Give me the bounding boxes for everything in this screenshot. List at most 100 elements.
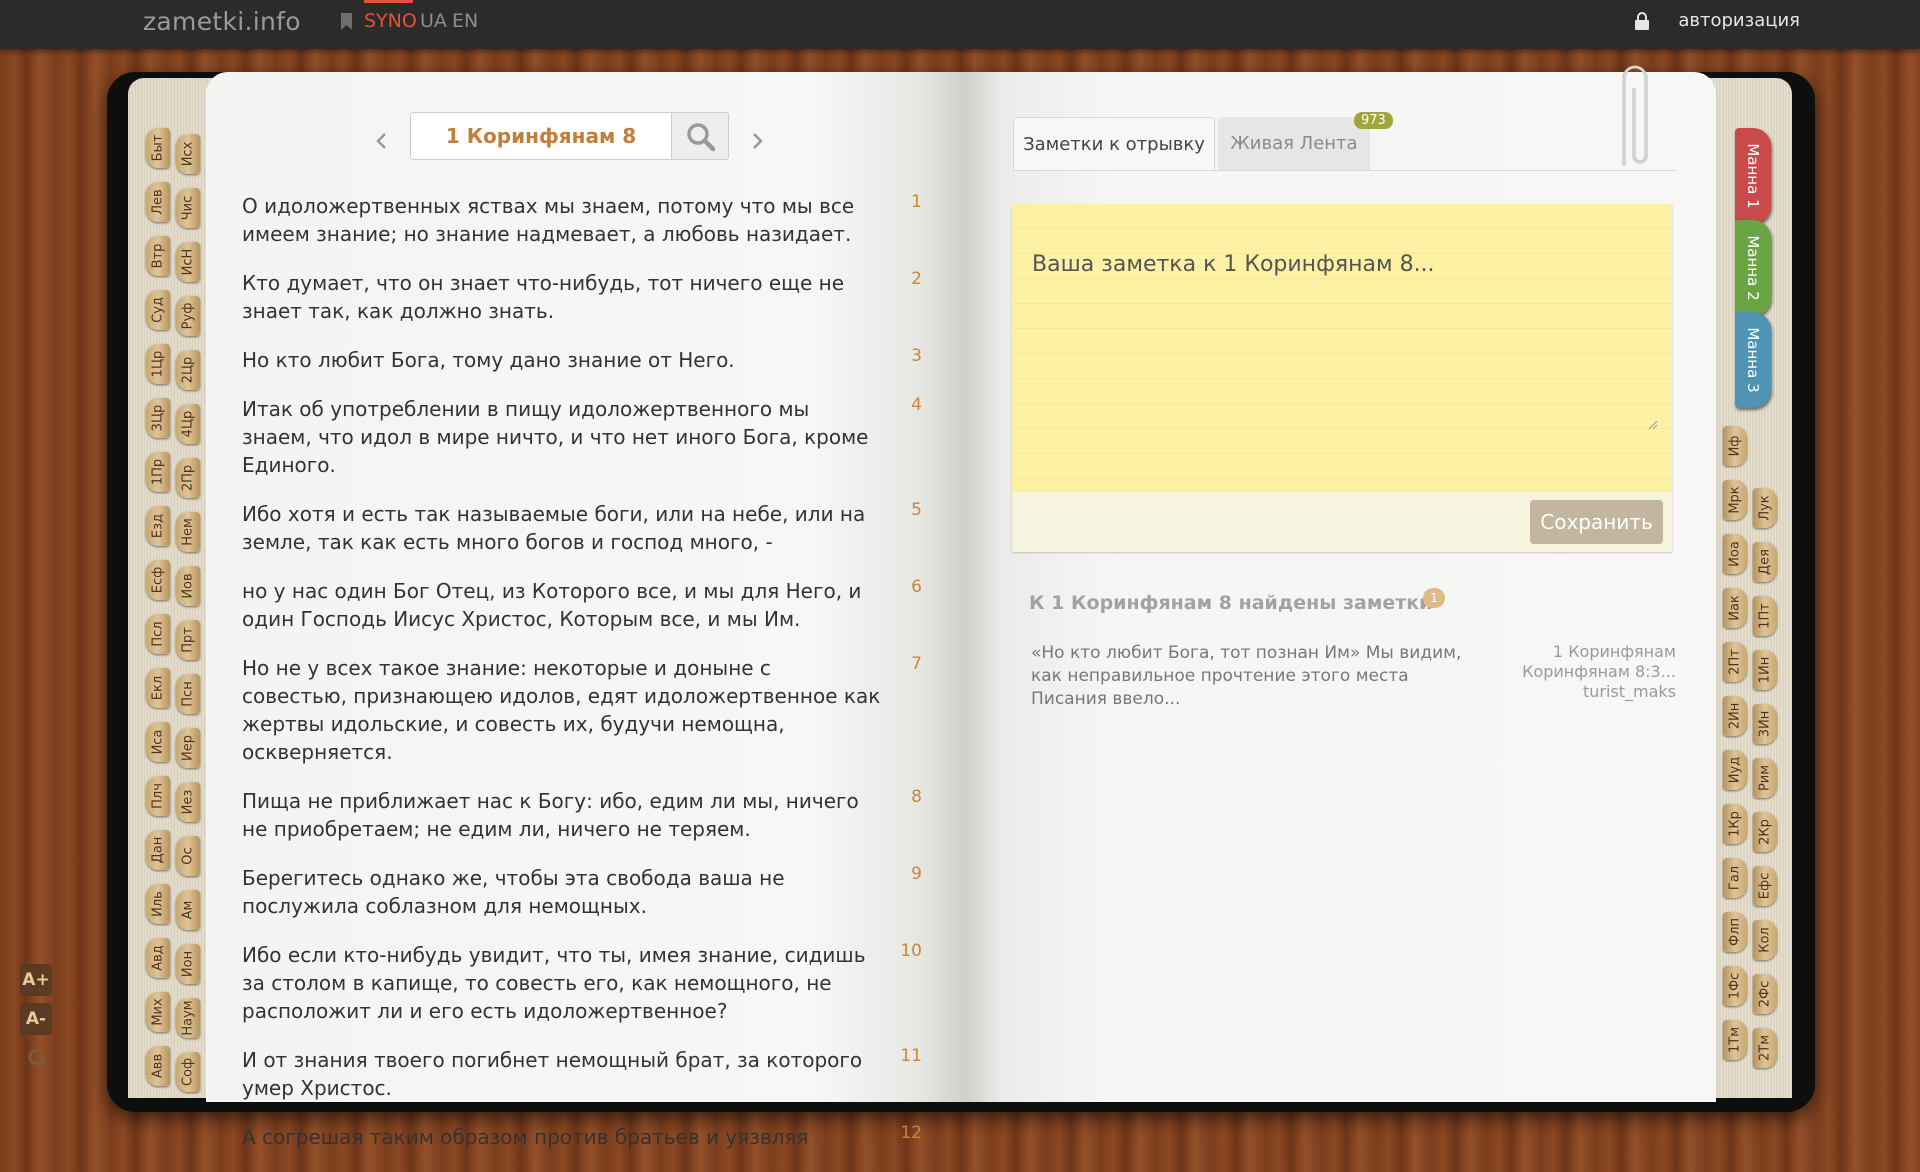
verse-number[interactable]: 4 [911, 395, 922, 415]
verse-number[interactable]: 7 [911, 654, 922, 674]
language-ua[interactable]: UA [420, 10, 447, 32]
tab-notes-for-passage[interactable]: Заметки к отрывку [1013, 117, 1215, 171]
verse-number[interactable]: 10 [900, 941, 922, 961]
manna-tab-1[interactable]: Манна 1 [1735, 128, 1771, 224]
book-tab[interactable]: Езд [146, 506, 170, 546]
book-tab[interactable]: Ос [176, 836, 200, 876]
refresh-icon[interactable] [26, 1046, 48, 1068]
manna-tab-3[interactable]: Манна 3 [1735, 312, 1771, 408]
book-tab[interactable]: Иль [146, 884, 170, 924]
verse-row[interactable]: А согрешая таким образом против братьев … [242, 1123, 922, 1151]
site-logo[interactable]: zametki.info [143, 7, 301, 36]
tab-live-feed[interactable]: Живая Лента [1218, 117, 1370, 171]
book-tab[interactable]: Авв [146, 1046, 170, 1086]
book-tab[interactable]: Дан [146, 830, 170, 870]
note-textarea[interactable]: Ваша заметка к 1 Коринфянам 8... [1012, 204, 1672, 492]
book-tab[interactable]: 1Ин [1753, 650, 1777, 690]
note-ref-line2[interactable]: Коринфянам 8:3... [1516, 662, 1676, 682]
book-tab[interactable]: Суд [146, 290, 170, 330]
book-tab[interactable]: 2Фс [1753, 974, 1777, 1014]
book-tab[interactable]: 1Цр [146, 344, 170, 384]
book-tab[interactable]: Иов [176, 566, 200, 606]
book-tab[interactable]: 1Тм [1723, 1020, 1747, 1060]
book-tab[interactable]: ИсН [176, 242, 200, 282]
book-tab[interactable]: Чис [176, 188, 200, 228]
save-note-button[interactable]: Сохранить [1530, 500, 1663, 544]
book-tab[interactable]: Иоа [1723, 534, 1747, 574]
language-en[interactable]: EN [452, 10, 478, 32]
book-tab[interactable]: Руф [176, 296, 200, 336]
note-excerpt[interactable]: «Но кто любит Бога, тот познан Им» Мы ви… [1031, 642, 1481, 711]
verse-row[interactable]: Пища не приближает нас к Богу: ибо, едим… [242, 787, 922, 843]
book-tab[interactable]: Наум [176, 998, 200, 1038]
book-tab[interactable]: Нем [176, 512, 200, 552]
book-tab[interactable]: Авд [146, 938, 170, 978]
book-tab[interactable]: Лев [146, 182, 170, 222]
book-tab[interactable]: Мрк [1723, 480, 1747, 520]
book-tab[interactable]: Рим [1753, 758, 1777, 798]
verse-number[interactable]: 8 [911, 787, 922, 807]
book-tab[interactable]: Ион [176, 944, 200, 984]
book-tab[interactable]: Иез [176, 782, 200, 822]
manna-tab-2[interactable]: Манна 2 [1735, 220, 1771, 316]
next-chapter-icon[interactable] [749, 128, 767, 154]
book-tab[interactable]: 1Пр [146, 452, 170, 492]
verse-number[interactable]: 5 [911, 500, 922, 520]
book-tab[interactable]: Лук [1753, 488, 1777, 528]
verse-row[interactable]: Итак об употреблении в пищу идоложертвен… [242, 395, 922, 479]
book-tab[interactable]: Иса [146, 722, 170, 762]
book-tab[interactable]: Прт [176, 620, 200, 660]
book-tab[interactable]: Есф [146, 560, 170, 600]
font-decrease-button[interactable]: A- [20, 1003, 52, 1035]
verse-number[interactable]: 1 [911, 192, 922, 212]
book-tab[interactable]: Псн [176, 674, 200, 714]
book-tab[interactable]: Быт [146, 128, 170, 168]
book-tab[interactable]: Плч [146, 776, 170, 816]
book-tab[interactable]: Гал [1723, 858, 1747, 898]
book-tab[interactable]: Дея [1753, 542, 1777, 582]
book-tab[interactable]: Екл [146, 668, 170, 708]
verse-row[interactable]: Но кто любит Бога, тому дано знание от Н… [242, 346, 922, 374]
note-author[interactable]: turist_maks [1516, 682, 1676, 702]
search-button[interactable] [671, 112, 729, 160]
book-tab[interactable]: 2Пт [1723, 642, 1747, 682]
verse-number[interactable]: 2 [911, 269, 922, 289]
book-tab[interactable]: 2Цр [176, 350, 200, 390]
resize-handle-icon[interactable] [1646, 418, 1658, 430]
language-syno[interactable]: SYNO [364, 10, 417, 32]
book-tab[interactable]: 3Цр [146, 398, 170, 438]
verse-number[interactable]: 9 [911, 864, 922, 884]
book-tab[interactable]: Флп [1723, 912, 1747, 952]
verse-row[interactable]: Берегитесь однако же, чтобы эта свобода … [242, 864, 922, 920]
book-tab[interactable]: Иер [176, 728, 200, 768]
book-tab[interactable]: Ам [176, 890, 200, 930]
verse-row[interactable]: но у нас один Бог Отец, из Которого все,… [242, 577, 922, 633]
verse-row[interactable]: И от знания твоего погибнет немощный бра… [242, 1046, 922, 1102]
verse-number[interactable]: 6 [911, 577, 922, 597]
note-ref-line1[interactable]: 1 Коринфянам [1516, 642, 1676, 662]
book-tab[interactable]: Иак [1723, 588, 1747, 628]
book-tab[interactable]: 4Цр [176, 404, 200, 444]
book-tab[interactable]: 2Кр [1753, 812, 1777, 852]
verse-number[interactable]: 12 [900, 1123, 922, 1143]
bookmark-icon[interactable] [341, 13, 352, 30]
book-tab[interactable]: 1Фс [1723, 966, 1747, 1006]
reference-search-input[interactable]: 1 Коринфянам 8 [410, 112, 672, 160]
verse-row[interactable]: Ибо хотя и есть так называемые боги, или… [242, 500, 922, 556]
previous-chapter-icon[interactable] [372, 128, 390, 154]
verse-row[interactable]: Но не у всех такое знание: некоторые и д… [242, 654, 922, 766]
font-increase-button[interactable]: A+ [20, 964, 52, 996]
book-tab[interactable]: Мих [146, 992, 170, 1032]
book-tab[interactable]: 1Пт [1753, 596, 1777, 636]
book-tab[interactable]: 2Тм [1753, 1028, 1777, 1068]
book-tab[interactable]: 2Ин [1723, 696, 1747, 736]
book-tab[interactable]: 1Кр [1723, 804, 1747, 844]
verse-number[interactable]: 11 [900, 1046, 922, 1066]
book-tab[interactable]: Иуд [1723, 750, 1747, 790]
book-tab[interactable]: Исх [176, 134, 200, 174]
book-tab[interactable]: 3Ин [1753, 704, 1777, 744]
book-tab[interactable]: 2Пр [176, 458, 200, 498]
book-tab[interactable]: Иф [1723, 426, 1747, 466]
book-tab[interactable]: Ефс [1753, 866, 1777, 906]
verse-row[interactable]: Ибо если кто-нибудь увидит, что ты, имея… [242, 941, 922, 1025]
